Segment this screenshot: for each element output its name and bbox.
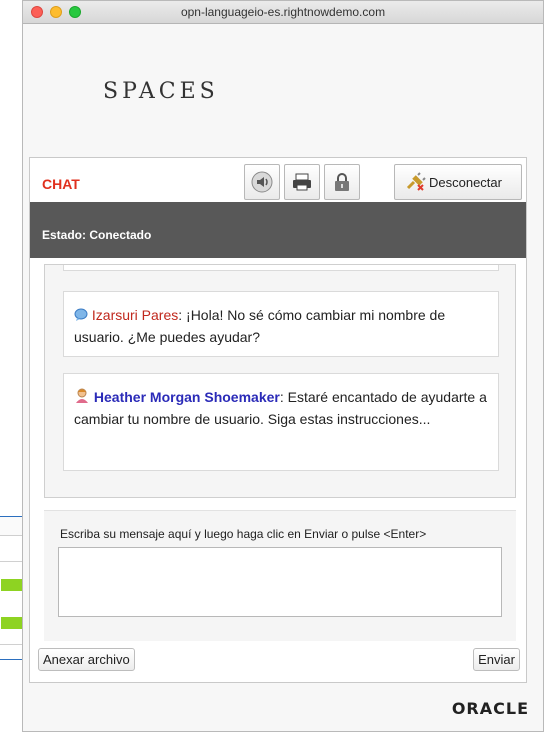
chat-title: CHAT xyxy=(42,176,80,192)
print-icon xyxy=(293,173,311,191)
message-input-area: Escriba su mensaje aquí y luego haga cli… xyxy=(44,510,516,641)
window-url: opn-languageio-es.rightnowdemo.com xyxy=(180,5,386,19)
send-button[interactable]: Enviar xyxy=(473,648,520,671)
chat-message: Izarsuri Pares: ¡Hola! No sé cómo cambia… xyxy=(63,291,499,357)
title-bar: opn-languageio-es.rightnowdemo.com xyxy=(23,1,543,24)
print-button[interactable] xyxy=(284,164,320,200)
message-input[interactable] xyxy=(58,547,502,617)
sound-button[interactable] xyxy=(244,164,280,200)
oracle-logo: ORACLE xyxy=(451,699,529,718)
secure-lock-icon xyxy=(335,173,349,191)
disconnect-label: Desconectar xyxy=(429,174,502,190)
status-bar: Estado: Conectado xyxy=(30,202,526,258)
sound-icon xyxy=(251,171,273,193)
chat-transcript[interactable]: Izarsuri Pares: ¡Hola! No sé cómo cambia… xyxy=(44,264,516,498)
disconnect-button[interactable]: Desconectar xyxy=(394,164,522,200)
attach-file-button[interactable]: Anexar archivo xyxy=(38,648,135,671)
connection-status: Estado: Conectado xyxy=(42,228,152,242)
message-author: Izarsuri Pares xyxy=(91,307,179,323)
previous-message xyxy=(63,265,499,271)
chat-panel: CHAT Desconectar Estado: Conectado Izars… xyxy=(29,157,527,683)
spaces-logo: SPACES xyxy=(103,79,219,104)
agent-avatar-icon xyxy=(76,388,88,403)
user-chat-icon xyxy=(74,308,88,321)
input-prompt: Escriba su mensaje aquí y luego haga cli… xyxy=(60,527,427,541)
disconnect-plug-icon xyxy=(406,172,426,191)
secure-button[interactable] xyxy=(324,164,360,200)
message-author: Heather Morgan Shoemaker xyxy=(93,389,280,405)
browser-window: opn-languageio-es.rightnowdemo.com SPACE… xyxy=(22,0,544,732)
chat-message: Heather Morgan Shoemaker: Estaré encanta… xyxy=(63,373,499,471)
